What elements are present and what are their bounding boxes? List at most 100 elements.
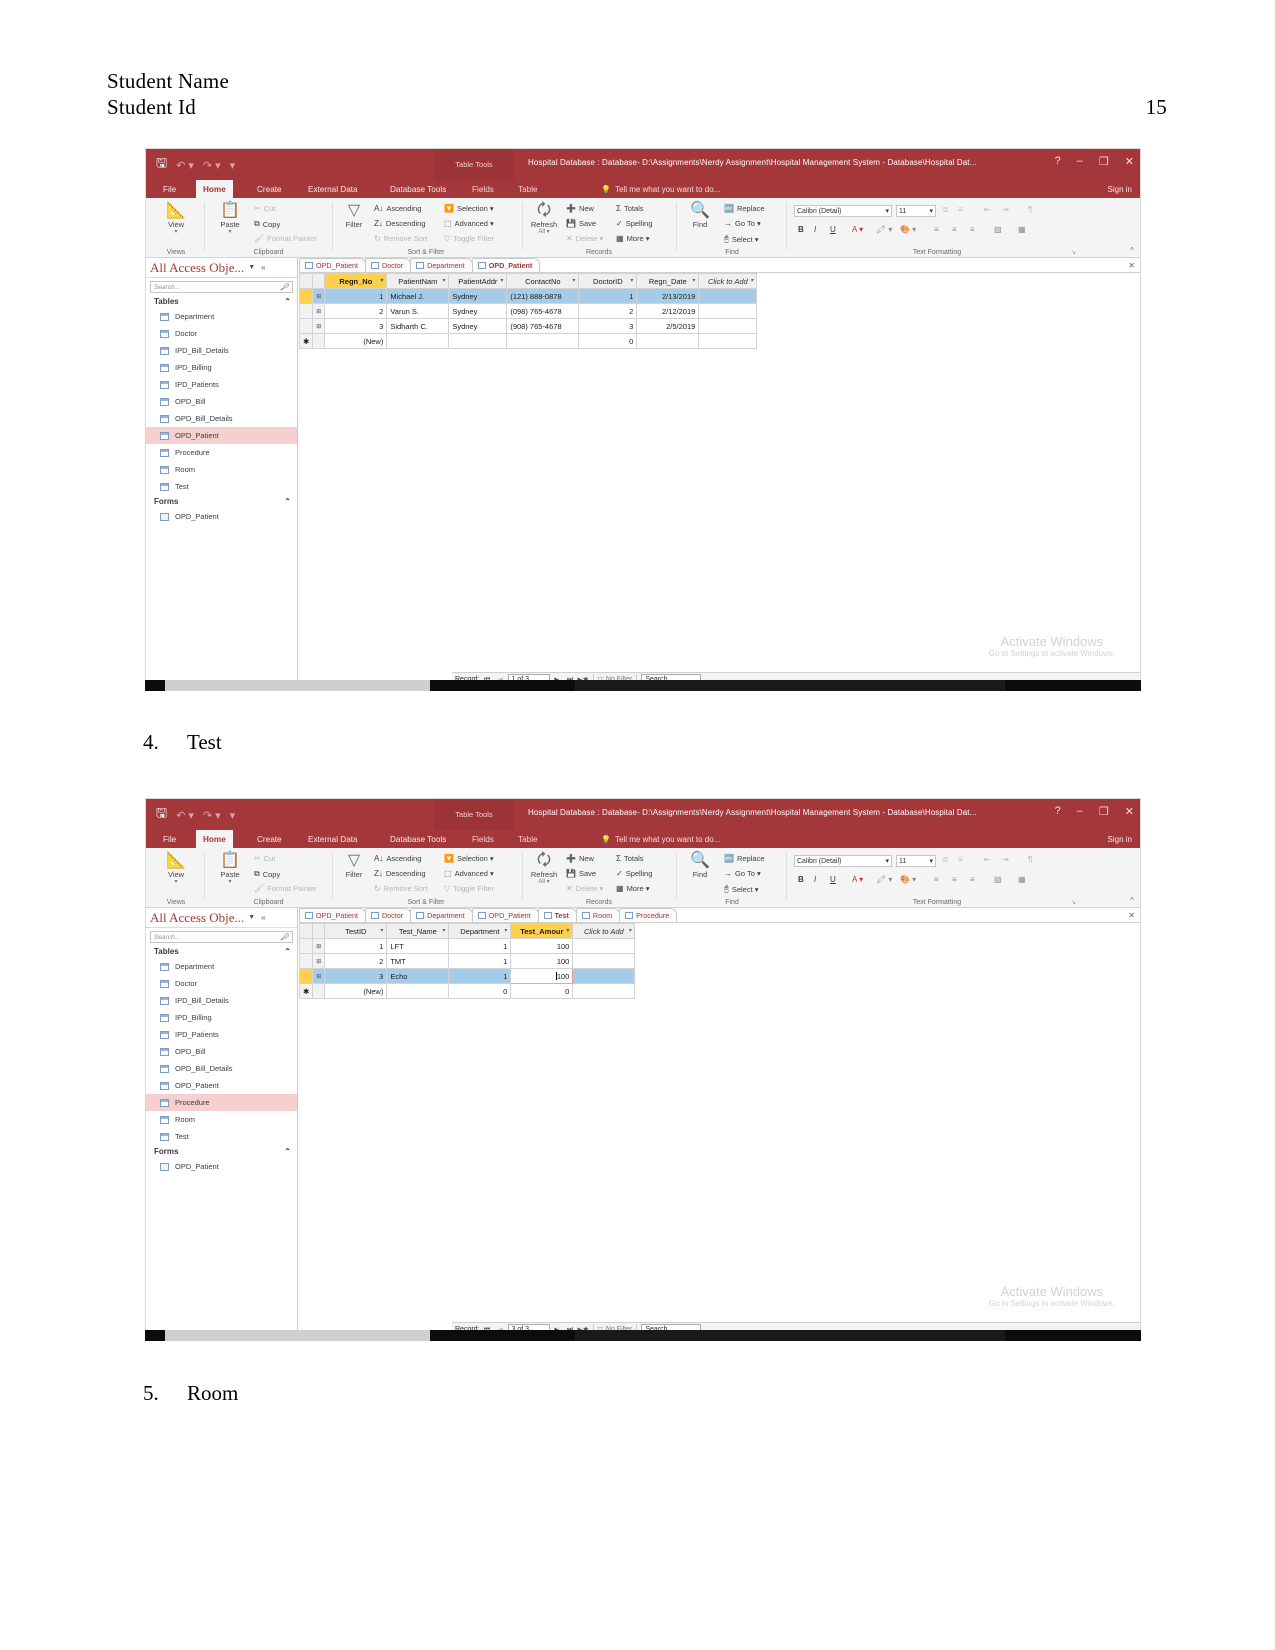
align-right-icon[interactable]: ≡ bbox=[970, 875, 975, 884]
document-tab-6-procedure[interactable]: Procedure bbox=[619, 908, 678, 922]
table-row[interactable]: ⊞ 3 Sidharth C. Sydney (908) 765-4678 3 2/5/20… bbox=[298, 318, 758, 334]
go-to-button[interactable]: → Go To ▾ bbox=[724, 219, 761, 228]
column-header-patientnam[interactable]: PatientNam ▾ bbox=[386, 273, 450, 289]
cell[interactable]: 1 bbox=[448, 938, 512, 954]
cell[interactable]: 3 bbox=[324, 968, 388, 984]
nav-item-ipd_patients[interactable]: IPD_Patients bbox=[146, 1026, 297, 1043]
nav-item-test[interactable]: Test bbox=[146, 1128, 297, 1145]
selection-button[interactable]: 🔽 Selection ▾ bbox=[444, 854, 494, 863]
ribbon-tab-database-tools[interactable]: Database Tools bbox=[383, 830, 453, 848]
cell[interactable]: TMT bbox=[386, 953, 450, 969]
totals-button[interactable]: Σ Totals bbox=[616, 854, 644, 863]
new-row-cell[interactable]: 0 bbox=[510, 983, 574, 999]
align-right-icon[interactable]: ≡ bbox=[970, 225, 975, 234]
new-row-cell[interactable]: 0 bbox=[448, 983, 512, 999]
column-header-regn-date[interactable]: Regn_Date ▾ bbox=[636, 273, 700, 289]
ribbon-tab-table[interactable]: Table bbox=[511, 830, 545, 848]
cell[interactable]: 100 bbox=[510, 968, 574, 984]
numbered-list-icon[interactable]: ≡ bbox=[958, 855, 963, 864]
numbered-list-icon[interactable]: ≡ bbox=[958, 205, 963, 214]
select-button[interactable]: 🖰 Select ▾ bbox=[724, 234, 759, 244]
cell[interactable]: Sydney bbox=[448, 288, 508, 304]
ribbon-tab-create[interactable]: Create bbox=[250, 830, 289, 848]
italic-button[interactable]: I bbox=[814, 875, 816, 884]
undo-icon[interactable]: ↶ ▾ bbox=[176, 809, 194, 822]
view-button[interactable]: 📐 View ▾ bbox=[156, 852, 196, 885]
cell[interactable]: 100 bbox=[510, 938, 574, 954]
cell[interactable]: Michael J. bbox=[386, 288, 450, 304]
navigation-group-tables[interactable]: Tables ⌃ bbox=[146, 295, 297, 308]
row-selector[interactable] bbox=[298, 953, 314, 969]
navigation-search-input[interactable]: Search... 🔎 bbox=[150, 931, 293, 943]
new-row-cell[interactable]: (New) bbox=[324, 333, 388, 349]
expand-row-icon[interactable]: ⊞ bbox=[312, 968, 326, 984]
column-header-doctorid[interactable]: DoctorID ▾ bbox=[578, 273, 638, 289]
spelling-button[interactable]: ✓ Spelling bbox=[616, 869, 652, 878]
cell[interactable]: 100 bbox=[510, 953, 574, 969]
navigation-search-input[interactable]: Search... 🔎 bbox=[150, 281, 293, 293]
document-tab-1-doctor[interactable]: Doctor bbox=[364, 258, 412, 272]
new-record-row[interactable]: ✱ (New) 0 0 bbox=[298, 983, 636, 999]
format-painter-button[interactable]: 🖌 Format Painter bbox=[254, 884, 317, 893]
navigation-group-forms[interactable]: Forms ⌃ bbox=[146, 495, 297, 508]
nav-item-opd_patient[interactable]: OPD_Patient bbox=[146, 1158, 297, 1175]
nav-item-doctor[interactable]: Doctor bbox=[146, 325, 297, 342]
advanced-button[interactable]: ⬚ Advanced ▾ bbox=[444, 219, 494, 228]
nav-item-room[interactable]: Room bbox=[146, 1111, 297, 1128]
font-color-icon[interactable]: A ▾ bbox=[852, 875, 863, 884]
ribbon-tab-external-data[interactable]: External Data bbox=[301, 180, 365, 198]
ribbon-tab-external-data[interactable]: External Data bbox=[301, 830, 365, 848]
cell[interactable]: 1 bbox=[324, 938, 388, 954]
nav-item-doctor[interactable]: Doctor bbox=[146, 975, 297, 992]
nav-item-opd_patient[interactable]: OPD_Patient bbox=[146, 508, 297, 525]
new-row-cell[interactable]: 0 bbox=[578, 333, 638, 349]
sign-in-button[interactable]: Sign in bbox=[1108, 180, 1132, 198]
ribbon-tab-fields[interactable]: Fields bbox=[465, 180, 501, 198]
gridlines-icon[interactable]: ▦ bbox=[1018, 225, 1026, 234]
collapse-ribbon-icon[interactable]: ^ bbox=[1130, 246, 1134, 255]
navigation-pane-menu-chevron-down-icon[interactable]: ▼ bbox=[248, 264, 255, 271]
decrease-indent-icon[interactable]: ⇤ bbox=[984, 205, 991, 214]
align-left-icon[interactable]: ≡ bbox=[934, 225, 939, 234]
collapse-ribbon-icon[interactable]: ^ bbox=[1130, 896, 1134, 905]
column-header-test-amour[interactable]: Test_Amour ▾ bbox=[510, 923, 574, 939]
delete-record-button[interactable]: ✕ Delete ▾ bbox=[566, 234, 603, 243]
text-highlight-icon[interactable]: 🖍 ▾ bbox=[876, 875, 892, 884]
new-row-cell[interactable] bbox=[448, 333, 508, 349]
text-direction-icon[interactable]: ¶ bbox=[1028, 205, 1032, 214]
quick-access-toolbar[interactable]: 🖫 ↶ ▾ ↷ ▾ ▾ bbox=[156, 804, 235, 826]
table-row[interactable]: ⊞ 2 Varun S. Sydney (098) 765-4678 2 2/12/2019 bbox=[298, 303, 758, 319]
cell[interactable]: 3 bbox=[324, 318, 388, 334]
redo-icon[interactable]: ↷ ▾ bbox=[203, 159, 221, 172]
nav-item-ipd_patients[interactable]: IPD_Patients bbox=[146, 376, 297, 393]
cell[interactable]: (908) 765-4678 bbox=[506, 318, 580, 334]
help-icon[interactable]: ? bbox=[1055, 155, 1061, 168]
toggle-filter-button[interactable]: ▽ Toggle Filter bbox=[444, 234, 494, 243]
table-row[interactable]: ⊞ 1 LFT 1 100 bbox=[298, 938, 636, 954]
ribbon-tab-home[interactable]: Home bbox=[196, 830, 233, 848]
nav-item-procedure[interactable]: Procedure bbox=[146, 444, 297, 461]
bullet-list-icon[interactable]: ≣ bbox=[942, 855, 949, 864]
more-button[interactable]: ▦ More ▾ bbox=[616, 884, 650, 893]
document-tab-4-test[interactable]: Test bbox=[537, 908, 577, 922]
cell[interactable]: 2 bbox=[578, 303, 638, 319]
navigation-group-tables[interactable]: Tables ⌃ bbox=[146, 945, 297, 958]
document-tab-5-room[interactable]: Room bbox=[575, 908, 621, 922]
ribbon-tab-create[interactable]: Create bbox=[250, 180, 289, 198]
ribbon-tab-file[interactable]: File bbox=[156, 180, 183, 198]
column-header-click-to-add[interactable]: Click to Add ▾ bbox=[572, 923, 636, 939]
cell[interactable]: 2/13/2019 bbox=[636, 288, 700, 304]
column-chevron-down-icon[interactable]: ▾ bbox=[500, 277, 503, 284]
new-row-cell[interactable]: (New) bbox=[324, 983, 388, 999]
document-tab-0-opd_patient[interactable]: OPD_Patient bbox=[299, 908, 366, 922]
sign-in-button[interactable]: Sign in bbox=[1108, 830, 1132, 848]
paste-button[interactable]: 📋 Paste ▾ bbox=[210, 202, 250, 235]
navigation-pane-collapse-icon[interactable]: « bbox=[261, 913, 265, 922]
advanced-button[interactable]: ⬚ Advanced ▾ bbox=[444, 869, 494, 878]
descending-button[interactable]: Z↓ Descending bbox=[374, 869, 426, 878]
column-header-department[interactable]: Department ▾ bbox=[448, 923, 512, 939]
navigation-group-forms[interactable]: Forms ⌃ bbox=[146, 1145, 297, 1158]
ribbon-tab-database-tools[interactable]: Database Tools bbox=[383, 180, 453, 198]
minimize-icon[interactable]: – bbox=[1077, 155, 1083, 168]
table-row[interactable]: ⊞ 2 TMT 1 100 bbox=[298, 953, 636, 969]
